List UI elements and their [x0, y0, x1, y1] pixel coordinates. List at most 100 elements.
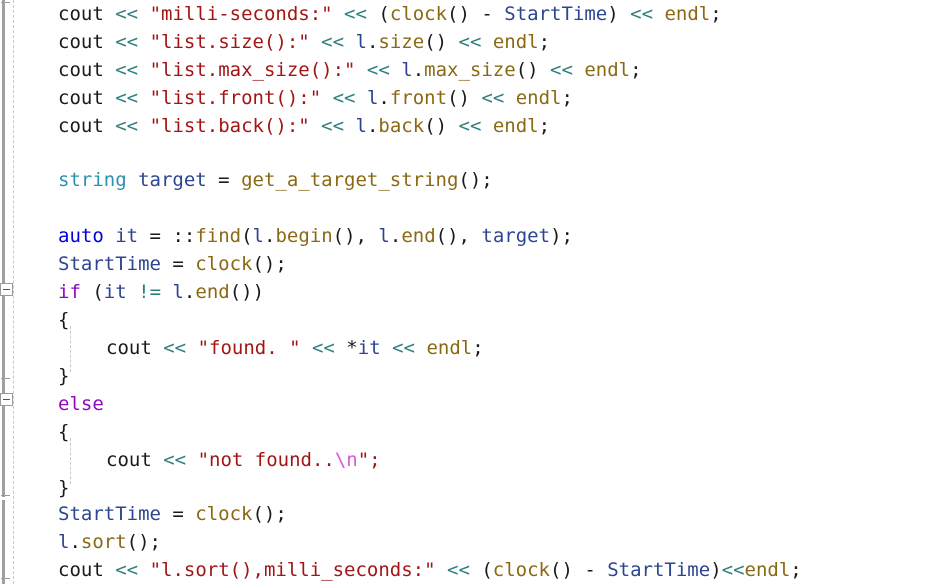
code-token-function: find	[195, 225, 242, 247]
code-line[interactable]: cout << "milli-seconds:" << (clock() - S…	[0, 0, 947, 28]
code-token-operator: <<	[115, 115, 139, 137]
code-line[interactable]: }	[0, 362, 947, 390]
code-token-function: endl	[492, 115, 539, 137]
code-line[interactable]: cout << "l.sort(),milli_seconds:" << (cl…	[0, 556, 947, 584]
code-line[interactable]: {	[0, 306, 947, 334]
code-token-operator: <<	[115, 87, 139, 109]
code-token-plain: ()	[447, 3, 482, 25]
code-line[interactable]: StartTime = clock();	[0, 500, 947, 528]
code-token-plain: ;	[710, 3, 722, 25]
code-token-function: clock	[195, 253, 253, 275]
code-token-operator: <<	[311, 337, 335, 359]
code-token-keyword: if	[58, 281, 81, 303]
code-token-identifier: StartTime	[58, 503, 161, 525]
code-token-plain: .	[69, 531, 81, 553]
code-token-function: endl	[426, 337, 473, 359]
code-token-keyword_type: auto	[58, 225, 104, 247]
code-token-function: size	[378, 31, 425, 53]
code-token-plain: ()	[515, 59, 551, 81]
code-line[interactable]: cout << "not found..\n";	[0, 446, 947, 474]
code-token-operator: <<	[115, 31, 139, 53]
code-token-identifier: l	[378, 225, 390, 247]
code-line[interactable]: cout << "list.front():" << l.front() << …	[0, 84, 947, 112]
code-line[interactable]: cout << "list.max_size():" << l.max_size…	[0, 56, 947, 84]
code-token-string: "l.sort(),milli_seconds:"	[149, 559, 436, 581]
code-token-plain: ();	[252, 503, 287, 525]
code-token-operator: <<	[721, 559, 745, 581]
code-token-plain: }	[58, 365, 70, 387]
code-line[interactable]: cout << "list.back():" << l.back() << en…	[0, 112, 947, 140]
code-editor-viewport[interactable]: cout << "milli-seconds:" << (clock() - S…	[0, 0, 947, 584]
code-token-escape: \n	[334, 449, 358, 471]
code-token-plain: {	[58, 421, 70, 443]
code-token-function: clock	[492, 559, 550, 581]
code-token-identifier: it	[103, 281, 127, 303]
code-line[interactable]: }	[0, 474, 947, 502]
code-token-identifier: l	[58, 531, 70, 553]
code-token-plain: (	[80, 281, 104, 303]
code-token-string: "list.back():"	[149, 115, 310, 137]
code-token-keyword: else	[58, 393, 104, 415]
code-line[interactable]: auto it = ::find(l.begin(), l.end(), tar…	[0, 222, 947, 250]
code-line[interactable]: cout << "list.size():" << l.size() << en…	[0, 28, 947, 56]
code-line[interactable]: if (it != l.end())	[0, 278, 947, 306]
code-token-plain: (	[378, 3, 390, 25]
code-token-plain: .	[264, 225, 276, 247]
code-token-function: endl	[664, 3, 711, 25]
code-token-plain: cout	[58, 87, 104, 109]
code-token-plain: .	[412, 59, 425, 81]
code-token-plain: ;	[561, 87, 573, 109]
code-token-plain: cout	[106, 449, 152, 471]
code-line[interactable]: StartTime = clock();	[0, 250, 947, 278]
code-token-plain: }	[58, 477, 70, 499]
code-token-operator: <<	[630, 3, 654, 25]
code-token-operator: <<	[115, 59, 139, 81]
code-token-plain: =	[160, 253, 196, 275]
code-token-plain: ::	[172, 225, 196, 247]
code-line[interactable]: else	[0, 390, 947, 418]
code-token-function: sort	[80, 531, 127, 553]
code-line[interactable]: cout << "found. " << *it << endl;	[0, 334, 947, 362]
code-token-string: "not found..	[197, 449, 335, 471]
code-token-plain: .	[183, 281, 196, 303]
code-token-operator: <<	[447, 559, 470, 581]
code-line[interactable]	[0, 140, 947, 168]
code-token-plain: );	[550, 225, 573, 247]
code-token-plain: .	[389, 225, 402, 247]
code-line[interactable]: l.sort();	[0, 528, 947, 556]
code-token-string: "found. "	[197, 337, 301, 359]
code-line[interactable]	[0, 194, 947, 222]
code-token-plain: ;	[790, 559, 802, 581]
code-line[interactable]: string target = get_a_target_string();	[0, 166, 947, 194]
code-token-operator: !=	[138, 281, 162, 303]
code-token-function: endl	[515, 87, 562, 109]
code-text-surface[interactable]: cout << "milli-seconds:" << (clock() - S…	[0, 0, 947, 584]
code-line[interactable]: {	[0, 418, 947, 446]
code-token-plain: ();	[458, 169, 493, 191]
code-token-plain: (),	[435, 225, 482, 247]
code-token-function: endl	[744, 559, 791, 581]
code-token-identifier: l	[355, 115, 367, 137]
code-token-function: end	[195, 281, 230, 303]
